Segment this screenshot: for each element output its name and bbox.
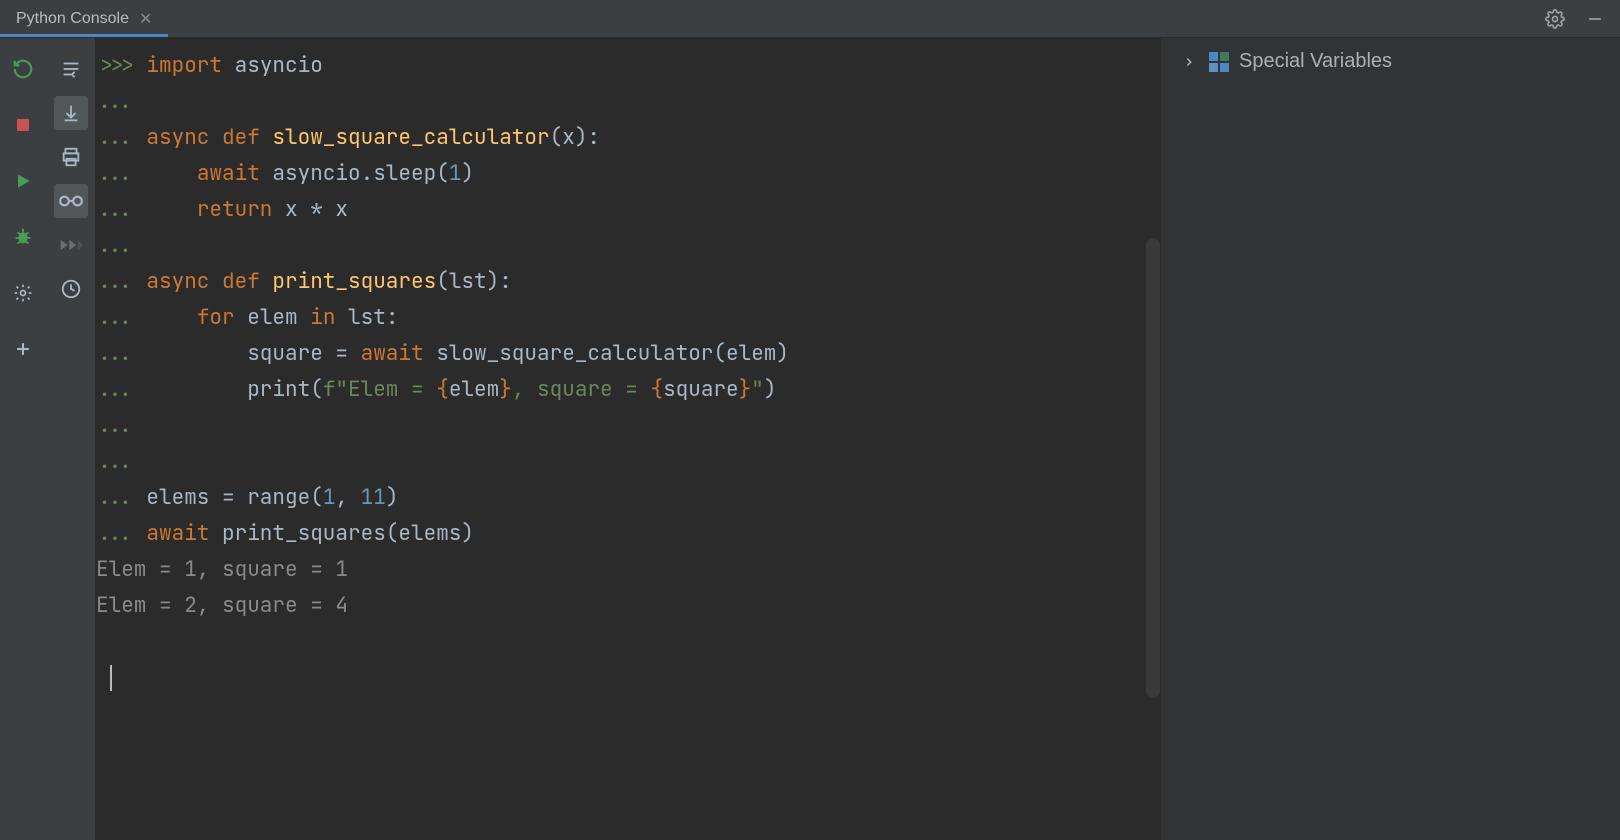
chevron-right-icon <box>1179 52 1199 72</box>
stop-icon[interactable] <box>6 108 40 142</box>
close-icon[interactable]: ✕ <box>139 9 152 29</box>
main-area: >>> import asyncio... ... async def slow… <box>0 38 1620 840</box>
gear-icon[interactable] <box>1544 8 1566 30</box>
print-icon[interactable] <box>54 140 88 174</box>
run-icon[interactable] <box>6 164 40 198</box>
tabbar: Python Console ✕ <box>0 0 1620 38</box>
glasses-icon[interactable] <box>54 184 88 218</box>
console-editor[interactable]: >>> import asyncio... ... async def slow… <box>96 38 1160 840</box>
tab-python-console[interactable]: Python Console ✕ <box>0 0 168 37</box>
debug-icon[interactable] <box>6 220 40 254</box>
continue-icon[interactable] <box>54 228 88 262</box>
history-icon[interactable] <box>54 272 88 306</box>
variables-panel: Special Variables <box>1160 38 1620 840</box>
variables-grid-icon <box>1209 52 1229 72</box>
scroll-to-end-icon[interactable] <box>54 96 88 130</box>
rerun-icon[interactable] <box>6 52 40 86</box>
tab-title: Python Console <box>16 10 129 28</box>
add-icon[interactable] <box>6 332 40 366</box>
softwrap-icon[interactable] <box>54 52 88 86</box>
minimize-icon[interactable] <box>1584 8 1606 30</box>
gutter-secondary <box>46 38 96 840</box>
settings-icon[interactable] <box>6 276 40 310</box>
gutter-primary <box>0 38 46 840</box>
special-variables-label: Special Variables <box>1239 50 1392 73</box>
scrollbar-vertical[interactable] <box>1146 238 1160 698</box>
special-variables-node[interactable]: Special Variables <box>1179 50 1602 73</box>
